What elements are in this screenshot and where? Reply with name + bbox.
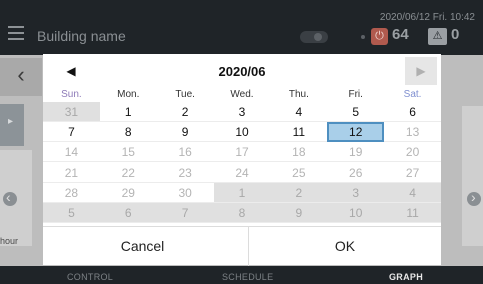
alert-count: 0 bbox=[451, 26, 460, 43]
date-cell[interactable]: 9 bbox=[156, 122, 214, 143]
weekday-label: Wed. bbox=[230, 89, 254, 100]
date-cell[interactable]: 3 bbox=[213, 102, 271, 123]
nav-control[interactable]: CONTROL bbox=[67, 272, 113, 282]
date-cell[interactable]: 8 bbox=[99, 122, 157, 143]
back-chevron-icon[interactable]: ‹ bbox=[0, 58, 42, 96]
weekday-label: Thu. bbox=[288, 89, 309, 100]
date-cell-disabled: 13 bbox=[384, 122, 441, 143]
top-bar: Building name 2020/06/12 Fri. 10:42 ⏻ 64… bbox=[0, 0, 483, 55]
date-cell-disabled: 29 bbox=[99, 183, 157, 203]
weekday-label: Tue. bbox=[175, 89, 195, 100]
date-cell-disabled: 21 bbox=[43, 163, 100, 183]
date-cell-disabled: 22 bbox=[99, 163, 157, 183]
date-cell-selected[interactable]: 12 bbox=[327, 122, 385, 143]
date-cell-disabled: 16 bbox=[156, 142, 214, 163]
date-cell-disabled: 17 bbox=[213, 142, 271, 163]
date-cell[interactable]: 11 bbox=[270, 122, 328, 143]
date-cell[interactable]: 1 bbox=[99, 102, 157, 123]
date-cell-other-month: 11 bbox=[384, 202, 441, 223]
ok-button[interactable]: OK bbox=[249, 227, 441, 266]
date-cell-disabled: 14 bbox=[43, 142, 100, 163]
scroll-left-icon[interactable] bbox=[3, 189, 17, 206]
date-cell-other-month: 4 bbox=[384, 182, 441, 203]
date-cell-other-month: 2 bbox=[270, 182, 328, 203]
weekday-label: Fri. bbox=[348, 89, 363, 100]
date-cell-disabled: 30 bbox=[156, 183, 214, 203]
date-cell-disabled: 27 bbox=[384, 163, 441, 183]
right-graph-strip bbox=[462, 106, 483, 246]
date-cell[interactable]: 2 bbox=[156, 102, 214, 123]
date-cell-disabled: 19 bbox=[327, 142, 385, 163]
datetime: 2020/06/12 Fri. 10:42 bbox=[379, 12, 475, 23]
weekday-label: Mon. bbox=[117, 89, 140, 100]
date-cell-other-month: 9 bbox=[270, 202, 328, 223]
date-cell-other-month: 10 bbox=[327, 202, 385, 223]
nav-graph[interactable]: GRAPH bbox=[389, 272, 423, 282]
date-picker-dialog: ◀ 2020/06 ▶ Sun. Mon. Tue. Wed. Thu. Fri. Sat.… bbox=[43, 54, 441, 266]
date-cell-disabled: 28 bbox=[43, 183, 100, 203]
date-cell-other-month: 6 bbox=[99, 202, 157, 223]
date-cell-other-month: 7 bbox=[156, 202, 214, 223]
menu-icon[interactable] bbox=[8, 26, 24, 40]
date-cell-disabled: 24 bbox=[213, 163, 271, 183]
power-count: 64 bbox=[392, 26, 409, 43]
weekday-label: Sat. bbox=[403, 89, 422, 100]
date-cell[interactable]: 6 bbox=[384, 102, 441, 123]
nav-schedule[interactable]: SCHEDULE bbox=[222, 272, 273, 282]
calendar-header: ◀ 2020/06 ▶ bbox=[43, 54, 441, 88]
hour-label: hour bbox=[0, 236, 19, 246]
status-toggle-icon[interactable] bbox=[300, 31, 328, 43]
calendar-grid: 31 1 2 3 4 5 6 7 8 9 10 11 12 13 14 15 16 17 18 19 20 21 22 23 2… bbox=[43, 102, 441, 223]
status-dot-icon bbox=[361, 35, 365, 39]
date-cell-disabled: 18 bbox=[270, 142, 328, 163]
date-cell-other-month: 3 bbox=[327, 182, 385, 203]
triangle-right-icon[interactable]: ▶ bbox=[405, 57, 437, 85]
weekday-row: Sun. Mon. Tue. Wed. Thu. Fri. Sat. bbox=[43, 88, 441, 102]
date-cell[interactable]: 10 bbox=[213, 122, 271, 143]
date-cell[interactable]: 7 bbox=[43, 122, 100, 143]
scroll-right-icon[interactable] bbox=[467, 189, 481, 206]
side-panel-toggle[interactable] bbox=[0, 104, 24, 146]
date-cell-disabled: 26 bbox=[327, 163, 385, 183]
cancel-button[interactable]: Cancel bbox=[43, 227, 242, 266]
date-cell-disabled: 20 bbox=[384, 142, 441, 163]
dialog-footer: Cancel OK bbox=[43, 226, 441, 266]
date-cell-other-month: 8 bbox=[213, 202, 271, 223]
power-icon[interactable]: ⏻ bbox=[371, 28, 388, 45]
date-cell-other-month: 5 bbox=[43, 202, 100, 223]
month-title: 2020/06 bbox=[218, 64, 266, 79]
date-cell[interactable]: 5 bbox=[327, 102, 385, 123]
date-cell[interactable]: 4 bbox=[270, 102, 328, 123]
date-cell-other-month: 1 bbox=[213, 182, 271, 203]
date-cell-other-month: 31 bbox=[43, 102, 100, 123]
date-cell-disabled: 23 bbox=[156, 163, 214, 183]
warning-icon[interactable]: ⚠ bbox=[428, 28, 447, 45]
building-name: Building name bbox=[37, 28, 126, 44]
weekday-label: Sun. bbox=[61, 89, 82, 100]
date-cell-disabled: 25 bbox=[270, 163, 328, 183]
date-cell-disabled: 15 bbox=[99, 142, 157, 163]
